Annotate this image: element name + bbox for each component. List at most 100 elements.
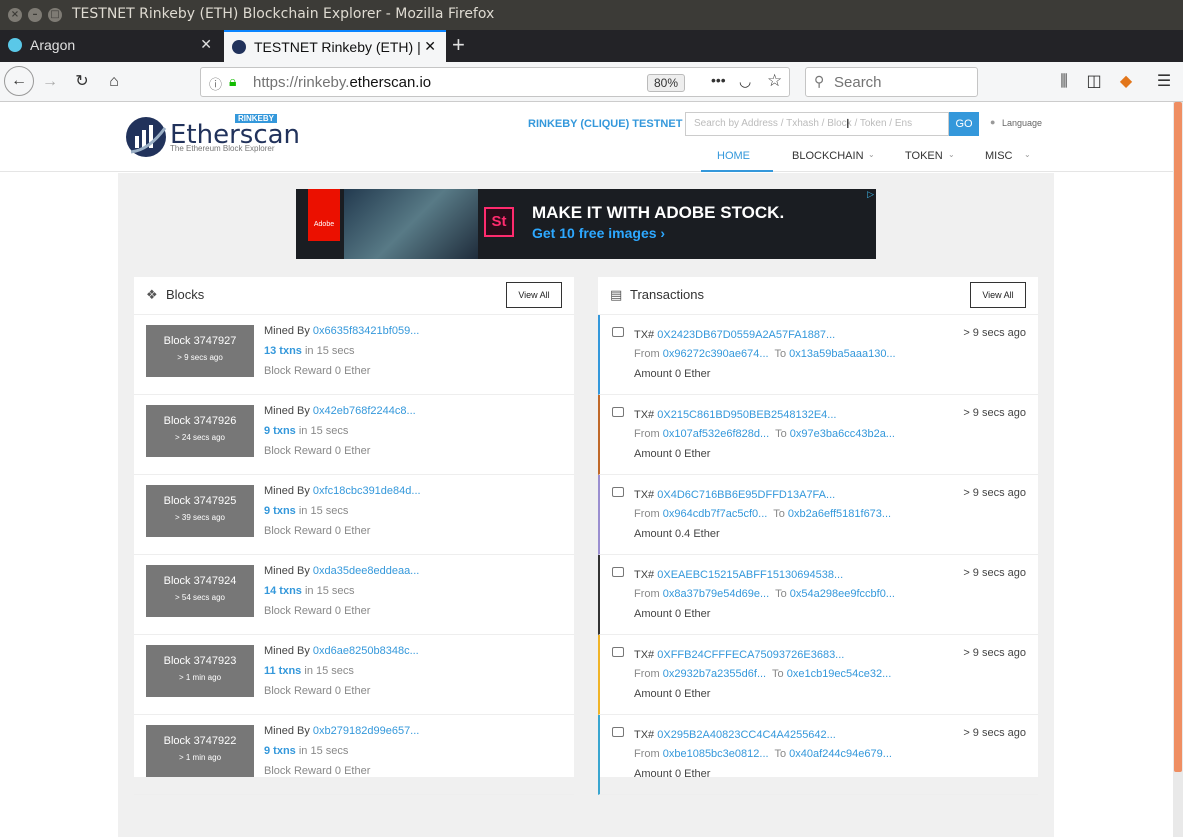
block-badge[interactable]: Block 3747924 > 54 secs ago bbox=[146, 565, 254, 617]
from-address[interactable]: 0x107af532e6f828d... bbox=[663, 428, 769, 440]
view-all-transactions-button[interactable]: View All bbox=[970, 282, 1026, 308]
from-address[interactable]: 0x2932b7a2355d6f... bbox=[663, 668, 766, 680]
miner-address[interactable]: 0x42eb768f2244c8... bbox=[313, 405, 416, 417]
from-address[interactable]: 0x96272c390ae674... bbox=[663, 348, 769, 360]
new-tab-icon[interactable]: + bbox=[452, 32, 465, 58]
url-text[interactable]: https://rinkeby.etherscan.io bbox=[253, 74, 431, 91]
block-badge[interactable]: Block 3747925 > 39 secs ago bbox=[146, 485, 254, 537]
menu-home[interactable]: HOME bbox=[717, 150, 750, 162]
pocket-icon[interactable]: ◡ bbox=[739, 73, 751, 90]
block-badge[interactable]: Block 3747926 > 24 secs ago bbox=[146, 405, 254, 457]
view-all-blocks-button[interactable]: View All bbox=[506, 282, 562, 308]
tx-hash[interactable]: 0X2423DB67D0559A2A57FA1887... bbox=[657, 329, 835, 341]
home-icon[interactable]: ⌂ bbox=[100, 68, 128, 96]
from-address[interactable]: 0x964cdb7f7ac5cf0... bbox=[663, 508, 768, 520]
tx-hash[interactable]: 0X215C861BD950BEB2548132E4... bbox=[657, 409, 836, 421]
from-address[interactable]: 0xbe1085bc3e0812... bbox=[663, 748, 769, 760]
reload-icon[interactable]: ↻ bbox=[68, 68, 96, 96]
forward-icon[interactable]: → bbox=[36, 68, 64, 96]
menu-token[interactable]: TOKEN bbox=[905, 150, 943, 162]
search-placeholder: Search bbox=[834, 74, 882, 91]
menu-blockchain[interactable]: BLOCKCHAIN bbox=[792, 150, 864, 162]
to-address[interactable]: 0xe1cb19ec54ce32... bbox=[787, 668, 892, 680]
txns-count[interactable]: 13 txns bbox=[264, 345, 302, 357]
tx-label: TX# bbox=[634, 329, 655, 341]
block-number[interactable]: Block 3747925 bbox=[146, 495, 254, 507]
url-bar[interactable]: ⓘ 🔒︎ https://rinkeby.etherscan.io 80% ••… bbox=[200, 67, 790, 97]
tx-age: > 9 secs ago bbox=[963, 487, 1026, 499]
block-number[interactable]: Block 3747923 bbox=[146, 655, 254, 667]
tx-hash[interactable]: 0XFFB24CFFFECA75093726E3683... bbox=[657, 649, 844, 661]
site-search-input[interactable]: Search by Address / Txhash / Block / Tok… bbox=[685, 112, 949, 136]
to-address[interactable]: 0x13a59ba5aaa130... bbox=[789, 348, 895, 360]
miner-address[interactable]: 0xb279182d99e657... bbox=[313, 725, 419, 737]
mined-by-line: Mined By 0xb279182d99e657... bbox=[264, 725, 419, 737]
to-address[interactable]: 0x54a298ee9fccbf0... bbox=[790, 588, 895, 600]
block-age: > 1 min ago bbox=[178, 753, 222, 762]
miner-address[interactable]: 0x6635f83421bf059... bbox=[313, 325, 419, 337]
to-address[interactable]: 0x40af244c94e679... bbox=[789, 748, 892, 760]
close-tab-icon[interactable]: ✕ bbox=[200, 36, 212, 53]
to-address[interactable]: 0x97e3ba6cc43b2a... bbox=[790, 428, 895, 440]
back-icon[interactable]: ← bbox=[4, 66, 34, 96]
miner-address[interactable]: 0xda35dee8eddeaa... bbox=[313, 565, 419, 577]
blocks-panel: ❖ Blocks View All Block 3747927 > 9 secs … bbox=[134, 277, 574, 795]
close-tab-icon[interactable]: ✕ bbox=[424, 38, 436, 55]
ad-cta[interactable]: Get 10 free images › bbox=[532, 225, 665, 241]
close-window-icon[interactable]: × bbox=[8, 8, 22, 22]
library-icon[interactable]: ⫼ bbox=[1050, 68, 1078, 96]
tx-hash[interactable]: 0X4D6C716BB6E95DFFD13A7FA... bbox=[657, 489, 835, 501]
tab-aragon[interactable]: Aragon ✕ bbox=[0, 30, 222, 62]
maximize-window-icon[interactable]: □ bbox=[48, 8, 62, 22]
language-selector[interactable]: Language bbox=[1002, 118, 1042, 128]
txns-count[interactable]: 9 txns bbox=[264, 505, 296, 517]
block-number[interactable]: Block 3747924 bbox=[146, 575, 254, 587]
bookmark-star-icon[interactable]: ☆ bbox=[767, 71, 782, 91]
go-button[interactable]: GO bbox=[949, 112, 979, 136]
adobe-stock-ad[interactable]: Adobe St MAKE IT WITH ADOBE STOCK. Get 1… bbox=[296, 189, 876, 259]
tx-hash[interactable]: 0XEAEBC15215ABFF15130694538... bbox=[657, 569, 843, 581]
txns-count[interactable]: 9 txns bbox=[264, 425, 296, 437]
mined-by-line: Mined By 0xfc18cbc391de84d... bbox=[264, 485, 421, 497]
zoom-level[interactable]: 80% bbox=[647, 74, 685, 92]
block-age: > 9 secs ago bbox=[177, 353, 223, 362]
tx-amount: Amount 0 Ether bbox=[634, 688, 711, 700]
text-cursor-icon: I bbox=[846, 116, 850, 131]
metamask-icon[interactable]: ◆ bbox=[1112, 68, 1140, 96]
block-row: Block 3747927 > 9 secs ago Mined By 0x6635… bbox=[134, 315, 574, 395]
info-icon[interactable]: ⓘ bbox=[209, 74, 222, 93]
block-number[interactable]: Block 3747926 bbox=[146, 415, 254, 427]
block-number[interactable]: Block 3747927 bbox=[146, 335, 254, 347]
from-label: From bbox=[634, 668, 660, 680]
globe-icon: ● bbox=[990, 117, 996, 127]
menu-icon[interactable]: ☰ bbox=[1150, 68, 1178, 96]
tx-age: > 9 secs ago bbox=[963, 327, 1026, 339]
block-number[interactable]: Block 3747922 bbox=[146, 735, 254, 747]
txns-count[interactable]: 14 txns bbox=[264, 585, 302, 597]
mined-by-line: Mined By 0x42eb768f2244c8... bbox=[264, 405, 416, 417]
block-badge[interactable]: Block 3747922 > 1 min ago bbox=[146, 725, 254, 777]
to-address[interactable]: 0xb2a6eff5181f673... bbox=[788, 508, 891, 520]
menu-misc[interactable]: MISC bbox=[985, 150, 1013, 162]
txns-count[interactable]: 9 txns bbox=[264, 745, 296, 757]
browser-search-box[interactable]: ⚲ Search bbox=[805, 67, 978, 97]
ad-choices-icon[interactable]: ▷ bbox=[867, 189, 874, 200]
tab-etherscan[interactable]: TESTNET Rinkeby (ETH) | ✕ bbox=[224, 30, 446, 62]
txns-count[interactable]: 11 txns bbox=[264, 665, 301, 677]
minimize-window-icon[interactable]: – bbox=[28, 8, 42, 22]
txns-line: 14 txns in 15 secs bbox=[264, 585, 355, 597]
block-badge[interactable]: Block 3747923 > 1 min ago bbox=[146, 645, 254, 697]
page-actions-icon[interactable]: ••• bbox=[711, 72, 726, 88]
txns-line: 9 txns in 15 secs bbox=[264, 505, 348, 517]
tx-hash-line: TX# 0X2423DB67D0559A2A57FA1887... bbox=[634, 329, 835, 341]
chevron-down-icon: ⌄ bbox=[868, 150, 875, 159]
miner-address[interactable]: 0xd6ae8250b8348c... bbox=[313, 645, 419, 657]
etherscan-logo-icon[interactable] bbox=[125, 114, 167, 160]
miner-address[interactable]: 0xfc18cbc391de84d... bbox=[313, 485, 421, 497]
block-badge[interactable]: Block 3747927 > 9 secs ago bbox=[146, 325, 254, 377]
from-address[interactable]: 0x8a37b79e54d69e... bbox=[663, 588, 769, 600]
sidebar-icon[interactable]: ◫ bbox=[1080, 68, 1108, 96]
tx-age: > 9 secs ago bbox=[963, 407, 1026, 419]
scrollbar-thumb[interactable] bbox=[1174, 102, 1182, 772]
tx-hash[interactable]: 0X295B2A40823CC4C4A4255642... bbox=[657, 729, 836, 741]
